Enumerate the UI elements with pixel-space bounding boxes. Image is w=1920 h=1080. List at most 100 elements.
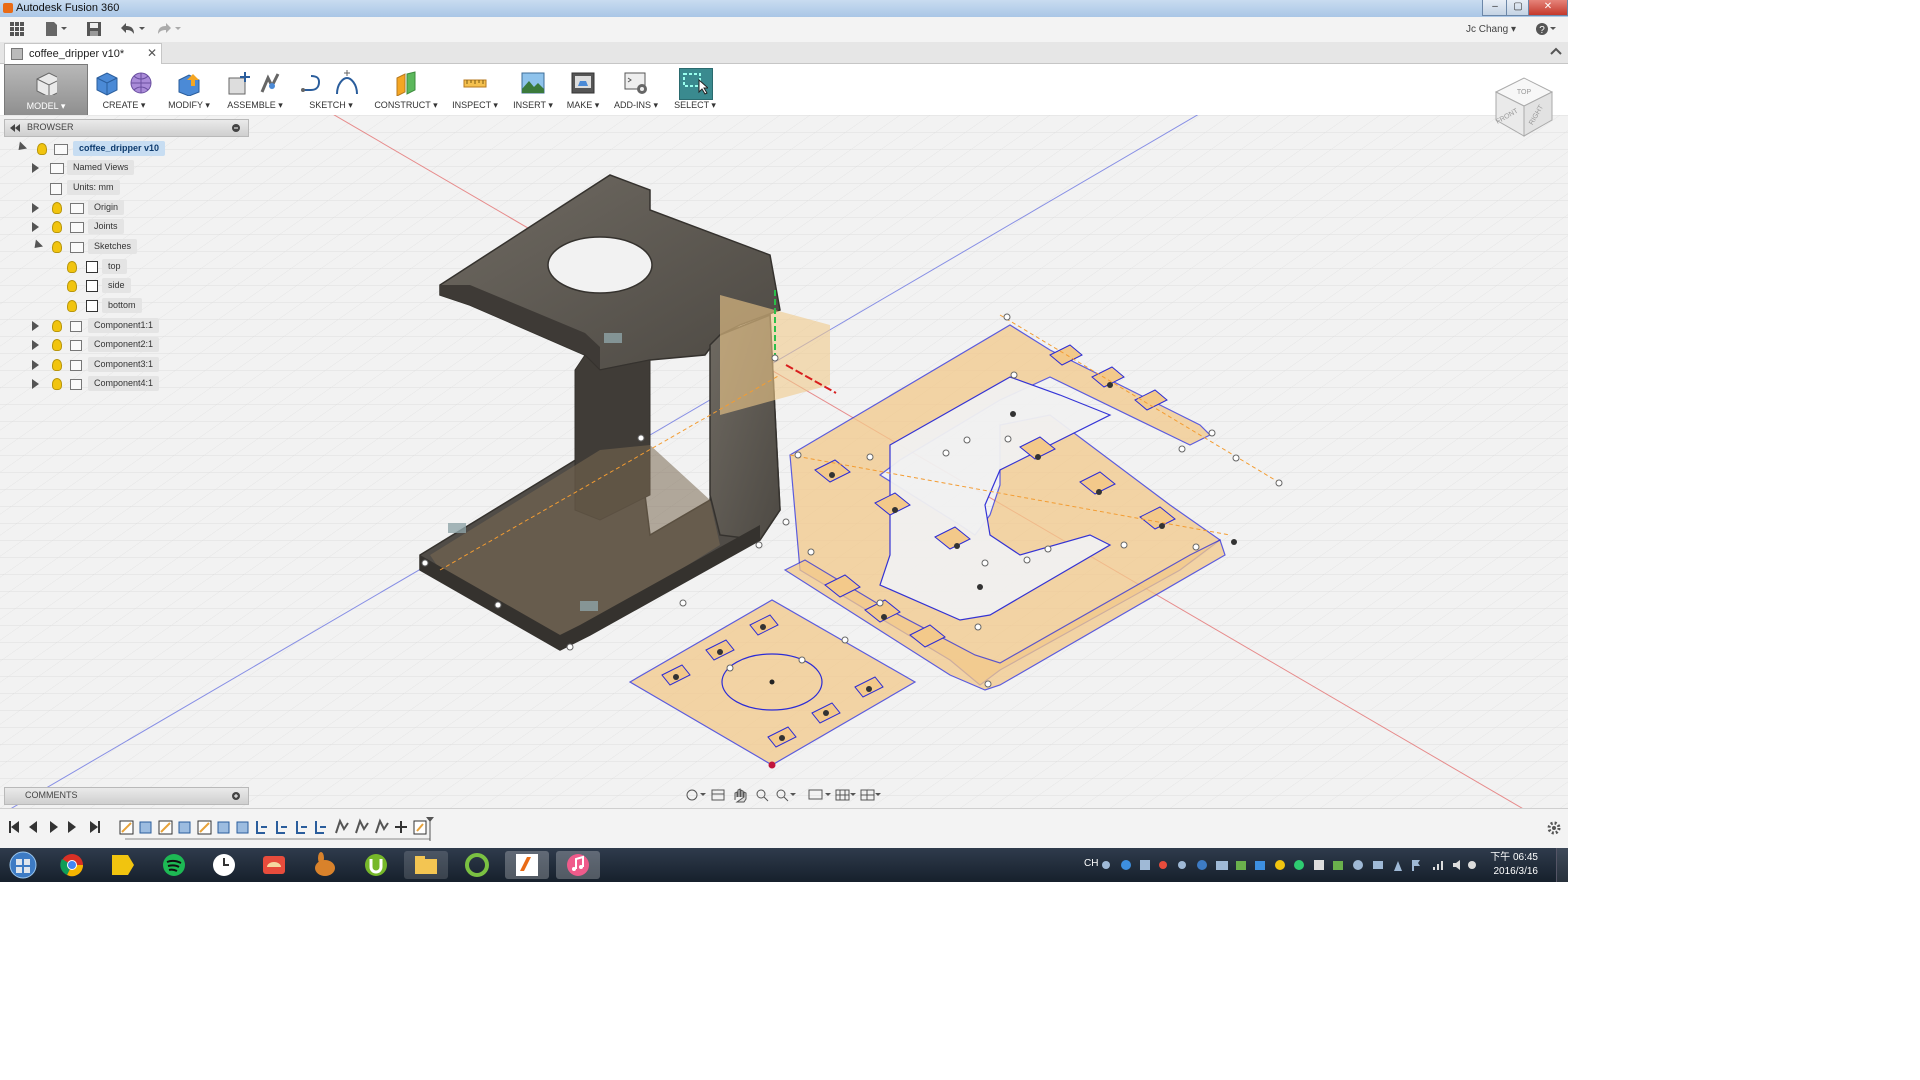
view-cube[interactable]: TOP FRONT RIGHT [1490, 72, 1560, 142]
tree-label-named-views[interactable]: Named Views [67, 160, 135, 175]
data-panel-grid-icon[interactable] [9, 21, 25, 38]
visibility-bulb-icon[interactable] [52, 378, 62, 390]
expand-toggle-icon[interactable] [32, 203, 39, 213]
grid-settings-icon[interactable] [835, 789, 856, 801]
rabbit-app-taskbar-icon[interactable] [303, 851, 347, 879]
itunes-taskbar-icon[interactable] [556, 851, 600, 879]
visibility-bulb-icon[interactable] [52, 202, 62, 214]
file-explorer-taskbar-icon[interactable] [404, 851, 448, 879]
tree-item-sketch-top[interactable]: top [4, 259, 204, 276]
visibility-bulb-icon[interactable] [67, 280, 77, 292]
tree-item-component3[interactable]: Component3:1 [4, 357, 204, 374]
fusion360-taskbar-icon[interactable] [505, 851, 549, 879]
tree-item-named-views[interactable]: Named Views [4, 160, 204, 177]
utorrent-taskbar-icon[interactable] [354, 851, 398, 879]
close-window-button[interactable]: ✕ [1528, 0, 1568, 16]
inspect-menu[interactable]: INSPECT ▾ [450, 66, 500, 114]
save-icon[interactable] [86, 21, 102, 38]
comments-panel[interactable]: COMMENTS [4, 787, 249, 805]
timeline-feature-icons[interactable] [119, 817, 434, 841]
help-icon[interactable]: ? [1535, 21, 1557, 38]
tree-item-sketch-side[interactable]: side [4, 278, 204, 295]
tree-item-sketches[interactable]: Sketches [4, 239, 204, 256]
tree-item-component1[interactable]: Component1:1 [4, 318, 204, 335]
viewports-icon[interactable] [860, 789, 881, 801]
input-language-indicator[interactable]: CH [1084, 858, 1098, 869]
file-menu-icon[interactable] [44, 21, 68, 38]
tree-label-component1[interactable]: Component1:1 [88, 318, 160, 333]
select-menu[interactable]: SELECT ▾ [672, 66, 718, 114]
go-to-start-icon[interactable] [9, 821, 19, 833]
pan-hand-icon[interactable] [734, 788, 747, 803]
expand-toggle-icon[interactable] [30, 239, 44, 252]
expand-toggle-icon[interactable] [32, 340, 39, 350]
tree-label-component4[interactable]: Component4:1 [88, 376, 160, 391]
visibility-bulb-icon[interactable] [52, 221, 62, 233]
system-tray-icons[interactable] [1100, 857, 1480, 873]
tree-label-root[interactable]: coffee_dripper v10 [73, 141, 166, 156]
tree-label-top[interactable]: top [102, 259, 127, 274]
tree-label-component2[interactable]: Component2:1 [88, 337, 160, 352]
expand-toggle-icon[interactable] [32, 360, 39, 370]
expand-toggle-icon[interactable] [32, 379, 39, 389]
visibility-bulb-icon[interactable] [52, 241, 62, 253]
step-back-icon[interactable] [29, 821, 37, 833]
spotify-taskbar-icon[interactable] [152, 851, 196, 879]
make-menu[interactable]: MAKE ▾ [564, 66, 602, 114]
expand-toggle-icon[interactable] [14, 141, 28, 154]
tag-app-taskbar-icon[interactable] [100, 851, 144, 879]
workspace-model-button[interactable]: MODEL ▾ [4, 64, 88, 116]
insert-menu[interactable]: INSERT ▾ [510, 66, 556, 114]
orbit-icon[interactable] [686, 789, 706, 801]
fit-zoom-icon[interactable] [776, 789, 796, 802]
taskbar-clock[interactable]: 下午 06:45 2016/3/16 [1490, 851, 1538, 879]
tree-item-sketch-bottom[interactable]: bottom [4, 298, 204, 315]
modify-menu[interactable]: MODIFY ▾ [164, 66, 214, 114]
tree-label-component3[interactable]: Component3:1 [88, 357, 160, 372]
tree-label-sketches[interactable]: Sketches [88, 239, 138, 254]
display-settings-icon[interactable] [808, 789, 831, 800]
tree-item-root[interactable]: coffee_dripper v10 [4, 141, 204, 158]
add-ins-menu[interactable]: ADD-INS ▾ [612, 66, 660, 114]
tree-item-joints[interactable]: Joints [4, 219, 204, 236]
tree-label-joints[interactable]: Joints [88, 219, 124, 234]
tab-coffee-dripper[interactable]: coffee_dripper v10* ✕ [4, 43, 162, 64]
tree-label-side[interactable]: side [102, 278, 131, 293]
visibility-bulb-icon[interactable] [67, 261, 77, 273]
assemble-menu[interactable]: ASSEMBLE ▾ [222, 66, 288, 114]
maximize-button[interactable]: ▢ [1506, 0, 1530, 16]
zoom-icon[interactable] [756, 789, 769, 802]
undo-icon[interactable] [118, 21, 146, 38]
media-app-taskbar-icon[interactable] [252, 851, 296, 879]
step-forward-icon[interactable] [68, 821, 76, 833]
clock-app-taskbar-icon[interactable] [202, 851, 246, 879]
construct-menu[interactable]: CONSTRUCT ▾ [374, 66, 438, 114]
visibility-bulb-icon[interactable] [52, 359, 62, 371]
refresh-app-taskbar-icon[interactable] [455, 851, 499, 879]
minimize-button[interactable]: ‒ [1482, 0, 1508, 16]
tree-label-origin[interactable]: Origin [88, 200, 125, 215]
tree-item-component4[interactable]: Component4:1 [4, 376, 204, 393]
collapse-ribbon-icon[interactable] [1549, 45, 1563, 60]
visibility-bulb-icon[interactable] [52, 339, 62, 351]
tree-label-units[interactable]: Units: mm [67, 180, 120, 195]
tree-item-origin[interactable]: Origin [4, 200, 204, 217]
sketch-menu[interactable]: SKETCH ▾ [296, 66, 366, 114]
look-at-icon[interactable] [711, 789, 725, 801]
visibility-bulb-icon[interactable] [67, 300, 77, 312]
show-desktop-button[interactable] [1556, 848, 1569, 882]
redo-icon[interactable] [154, 21, 182, 38]
tree-item-component2[interactable]: Component2:1 [4, 337, 204, 354]
browser-header[interactable]: BROWSER [4, 119, 249, 137]
timeline-settings-gear-icon[interactable] [1547, 821, 1561, 835]
visibility-bulb-icon[interactable] [52, 320, 62, 332]
expand-toggle-icon[interactable] [32, 163, 39, 173]
tree-item-units[interactable]: Units: mm [4, 180, 204, 197]
start-button[interactable] [4, 849, 42, 881]
chrome-taskbar-icon[interactable] [50, 851, 94, 879]
tree-label-bottom[interactable]: bottom [102, 298, 142, 313]
play-icon[interactable] [50, 821, 58, 833]
create-menu[interactable]: CREATE ▾ [90, 66, 158, 114]
user-account-menu[interactable]: Jc Chang ▾ [1466, 21, 1516, 38]
go-to-end-icon[interactable] [90, 821, 100, 833]
